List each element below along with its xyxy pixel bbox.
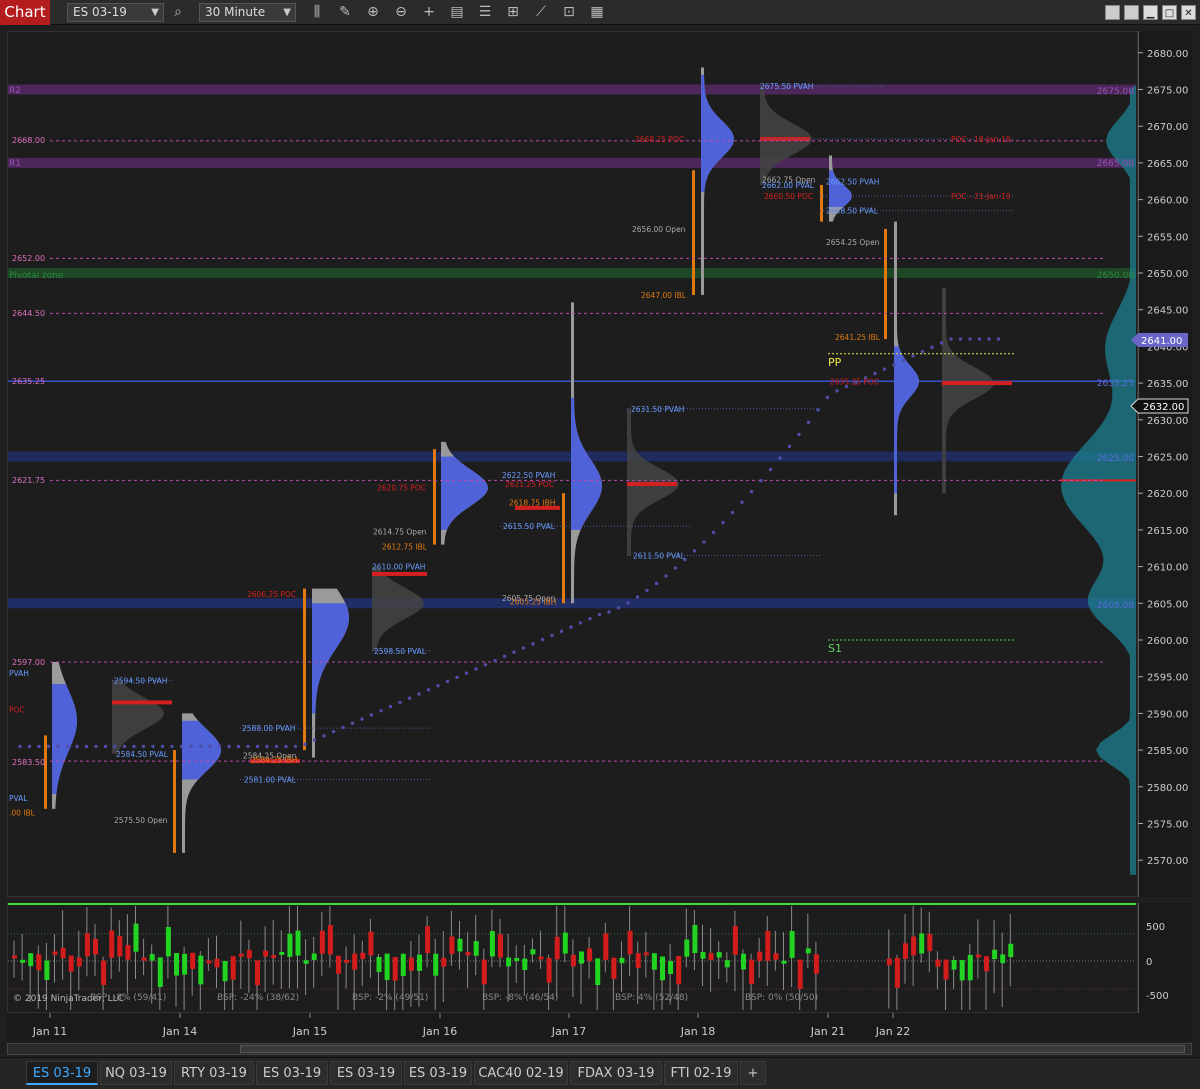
chevron-down-icon: ▼ [151, 7, 159, 18]
tab-fti-02-19[interactable]: FTI 02-19 [664, 1061, 738, 1085]
bar-type-icon[interactable]: ⫼ [307, 3, 327, 22]
snapshot-icon[interactable]: ⊡ [559, 3, 579, 22]
crosshair-icon[interactable]: + [419, 3, 439, 22]
chevron-down-icon: ▼ [283, 7, 291, 18]
properties-icon[interactable]: ☰ [475, 3, 495, 22]
tab-es-03-19[interactable]: ES 03-19 [404, 1061, 472, 1085]
time-axis[interactable] [7, 1013, 1192, 1041]
instrument-value: ES 03-19 [73, 5, 127, 19]
price-panel[interactable] [7, 31, 1138, 897]
chart-toolbar: Chart ES 03-19 ▼ ⌕ 30 Minute ▼ ⫼ ✎ ⊕ ⊖ + ▤… [0, 0, 1200, 25]
tab-fdax-03-19[interactable]: FDAX 03-19 [570, 1061, 662, 1085]
close-icon[interactable]: ✕ [1181, 5, 1196, 20]
indicator-panel[interactable] [7, 903, 1138, 1013]
interval-selector[interactable]: 30 Minute ▼ [199, 3, 296, 22]
indicator-axis [1138, 903, 1192, 1013]
tab-es-03-19[interactable]: ES 03-19 [26, 1061, 98, 1085]
strategy-icon[interactable]: ⟋ [531, 3, 551, 22]
interval-value: 30 Minute [205, 5, 266, 19]
chart-scrollbar[interactable] [7, 1043, 1192, 1055]
chart-window: Chart ES 03-19 ▼ ⌕ 30 Minute ▼ ⫼ ✎ ⊕ ⊖ + ▤… [0, 0, 1200, 1089]
minimize-icon[interactable]: ▁ [1143, 5, 1158, 20]
maximize-window-icon[interactable]: □ [1162, 5, 1177, 20]
tab-es-03-19[interactable]: ES 03-19 [256, 1061, 328, 1085]
tab-rty-03-19[interactable]: RTY 03-19 [174, 1061, 254, 1085]
instrument-tabs: ES 03-19 NQ 03-19 RTY 03-19 ES 03-19 ES … [0, 1057, 1200, 1089]
restore-icon[interactable] [1105, 5, 1120, 20]
templates-icon[interactable]: ▦ [587, 3, 607, 22]
indicators-icon[interactable]: ⊞ [503, 3, 523, 22]
tab-cac40-02-19[interactable]: CAC40 02-19 [474, 1061, 568, 1085]
instrument-selector[interactable]: ES 03-19 ▼ [67, 3, 164, 22]
add-tab-button[interactable]: + [740, 1061, 766, 1085]
tab-es-03-19[interactable]: ES 03-19 [330, 1061, 402, 1085]
window-title: Chart [0, 0, 50, 25]
zoom-in-icon[interactable]: ⊕ [363, 3, 383, 22]
draw-icon[interactable]: ✎ [335, 3, 355, 22]
tab-nq-03-19[interactable]: NQ 03-19 [100, 1061, 172, 1085]
zoom-out-icon[interactable]: ⊖ [391, 3, 411, 22]
price-axis[interactable] [1138, 31, 1192, 897]
data-box-icon[interactable]: ▤ [447, 3, 467, 22]
maximize-icon[interactable] [1124, 5, 1139, 20]
search-icon[interactable]: ⌕ [168, 3, 188, 22]
scroll-thumb[interactable] [240, 1045, 1185, 1053]
